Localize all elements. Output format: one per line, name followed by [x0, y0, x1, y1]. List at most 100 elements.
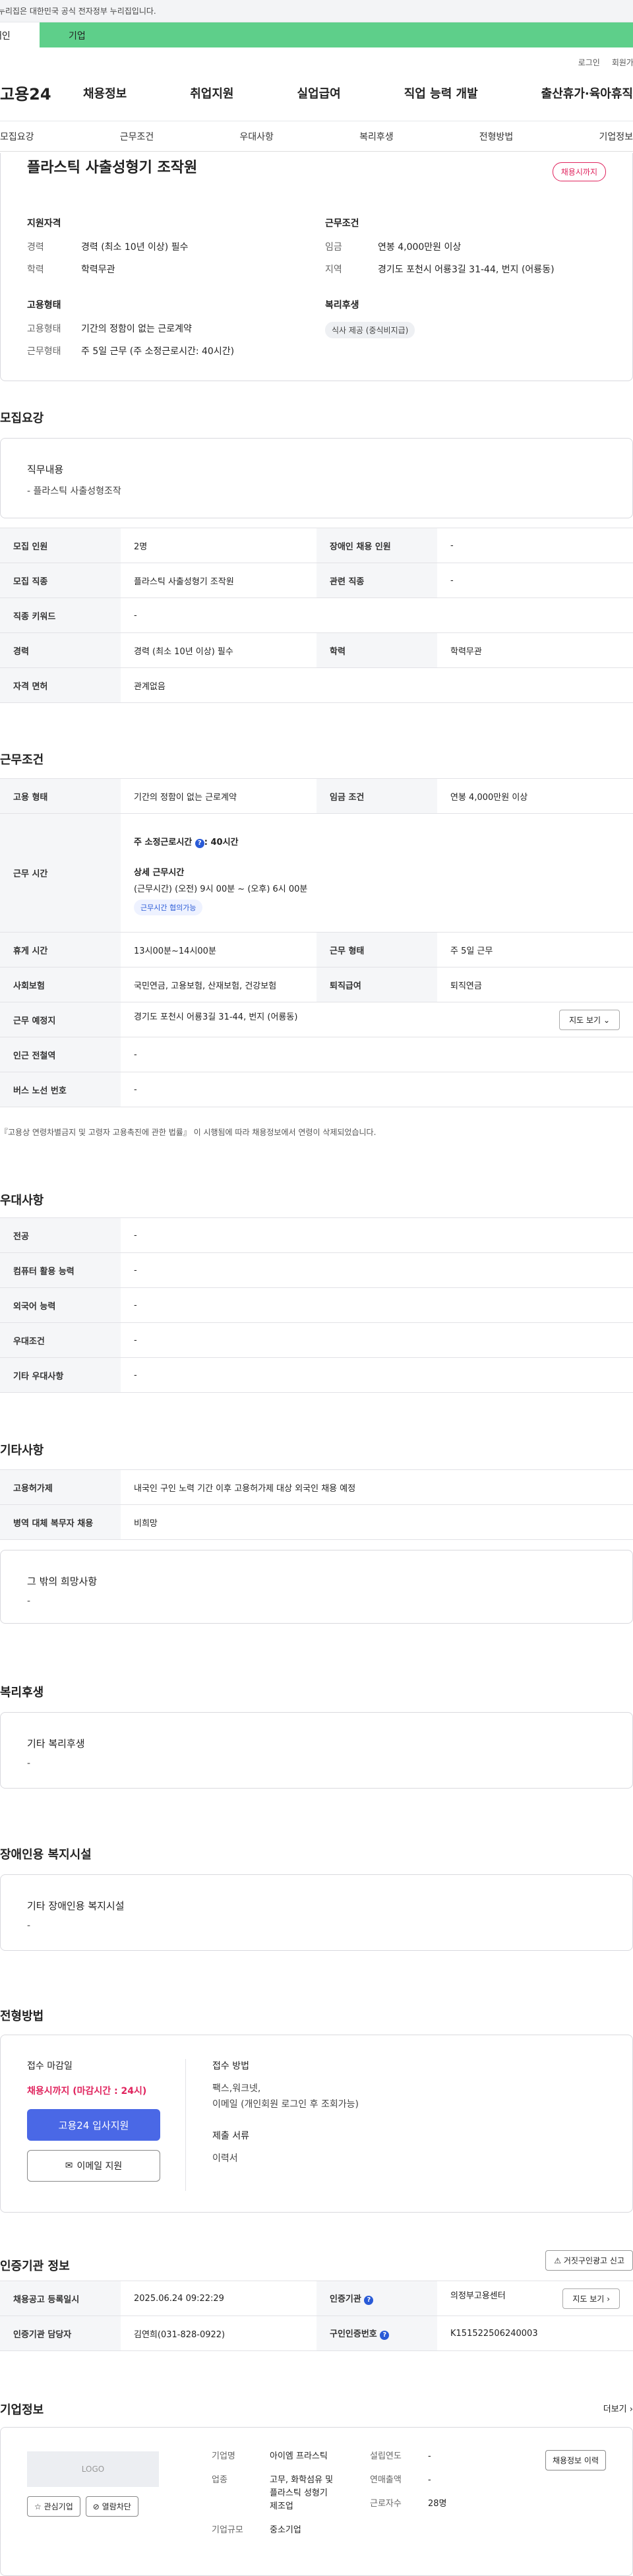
- table-row: 인증기관 담당자 김연희(031-828-0922) 구인인증번호 ? K1515…: [0, 2315, 633, 2351]
- email-apply-label: 이메일 지원: [76, 2161, 123, 2172]
- gnb-item-leave[interactable]: 출산휴가·육아휴직: [541, 84, 633, 102]
- apply-online-button[interactable]: 고용24 입사지원: [27, 2109, 160, 2141]
- label: 업종: [212, 2475, 227, 2485]
- map-button-label: 지도 보기: [569, 1015, 601, 1025]
- cell-value: -: [121, 1037, 633, 1072]
- table-row: 모집 인원 2명 장애인 채용 인원 -: [0, 528, 633, 563]
- subnav-welfare[interactable]: 복리후생: [359, 130, 394, 143]
- site-logo[interactable]: 고용24: [0, 81, 83, 104]
- cell-value: 내국인 구인 노력 기간 이후 고용허가제 대상 외국인 채용 예정: [121, 1469, 633, 1505]
- info-icon[interactable]: ?: [195, 838, 204, 848]
- method-value: 이메일 (개인회원 로그인 후 조회가능): [212, 2099, 359, 2110]
- company-more-link[interactable]: 더보기 ›: [603, 2402, 633, 2414]
- cell-label: 고용 형태: [0, 778, 121, 814]
- report-label: 거짓구인광고 신고: [563, 2256, 624, 2265]
- map-button[interactable]: 지도 보기 ⌄: [559, 1009, 620, 1030]
- gnb-item-unemployment[interactable]: 실업급여: [297, 84, 341, 102]
- cell-value: 관계없음: [121, 667, 633, 703]
- cell-value: -: [121, 1072, 633, 1107]
- company-actions: ☆ 관심기업 ⊘ 열람차단: [27, 2496, 138, 2517]
- docs-heading: 제출 서류: [212, 2131, 249, 2141]
- cell-value: 13시00분~14시00분: [121, 932, 316, 967]
- qualification-heading: 지원자격: [27, 218, 61, 229]
- table-row: 자격 면허 관계없음: [0, 667, 633, 703]
- value: 경기도 포천시 어룡3길 31-44, 번지 (어룡동): [378, 264, 555, 275]
- email-apply-button[interactable]: ✉ 이메일 지원: [27, 2150, 160, 2182]
- deadline-block: 접수 마감일 채용시까지 (마감시간 : 24시) 고용24 입사지원 ✉ 이메일…: [27, 2059, 160, 2182]
- cell-label: 학력: [316, 632, 437, 668]
- agency-map-button[interactable]: 지도 보기 ›: [562, 2288, 620, 2309]
- hours-std-label: 주 소정근로시간: [134, 837, 193, 847]
- gnb-item-jobs[interactable]: 채용정보: [83, 84, 127, 102]
- block-company-button[interactable]: ⊘ 열람차단: [85, 2496, 138, 2517]
- cell-label: 직종 키워드: [0, 598, 121, 633]
- chevron-down-icon: ⌄: [603, 1015, 610, 1025]
- info-icon[interactable]: ?: [380, 2331, 390, 2340]
- cell-value: -: [437, 528, 633, 563]
- method-value: 팩스,워크넷,: [212, 2083, 261, 2094]
- value: 기간의 정함이 없는 근로계약: [81, 324, 192, 334]
- cell-label: 장애인 채용 인원: [316, 528, 437, 563]
- cell-label: 외국어 능력: [0, 1287, 121, 1323]
- condition-group: 근무조건 임금 연봉 4,000만원 이상 지역 경기도 포천시 어룡3길 31-4…: [325, 216, 555, 285]
- job-title: 플라스틱 사출성형기 조작원: [27, 160, 198, 176]
- gnb-item-employment-support[interactable]: 취업지원: [190, 84, 233, 102]
- cell-value: 플라스틱 사출성형기 조작원: [121, 563, 316, 598]
- subnav-recruit[interactable]: 모집요강: [0, 130, 34, 143]
- cell-label: 우대조건: [0, 1322, 121, 1358]
- employment-group: 고용형태 고용형태 기간의 정함이 없는 근로계약 근무형태 주 5일 근무 (주 …: [27, 298, 234, 367]
- cell-value: -: [121, 1322, 633, 1358]
- cell-value: 국민연금, 고용보험, 산재보험, 건강보험: [121, 967, 316, 1002]
- map-button-label: 지도 보기: [572, 2294, 605, 2304]
- cell-value: -: [121, 598, 633, 633]
- company-info-left: 기업명 아이엠 프라스틱 업종 고무, 화학섬유 및 플라스틱 성형기 제조업 기업규모…: [212, 2450, 333, 2537]
- subnav-apply[interactable]: 전형방법: [479, 130, 514, 143]
- section-title-disabled: 장애인용 복지시설: [0, 1848, 92, 1862]
- welfare-heading: 기타 복리후생: [27, 1738, 85, 1750]
- other-wishes-value: -: [27, 1596, 31, 1607]
- industry-line: 제조업: [270, 2501, 293, 2511]
- job-history-button[interactable]: 채용정보 이력: [545, 2450, 606, 2470]
- login-link[interactable]: 로그인: [578, 57, 600, 67]
- employment-heading: 고용형태: [27, 300, 61, 311]
- hours-negotiable-chip: 근무시간 협의가능: [134, 899, 203, 915]
- label: 설립연도: [370, 2451, 402, 2461]
- subnav-company[interactable]: 기업정보: [599, 130, 633, 143]
- label: 지역: [325, 264, 342, 275]
- gnb-item-training[interactable]: 직업 능력 개발: [404, 84, 478, 102]
- tab-personal[interactable]: 개인: [0, 22, 40, 47]
- cell-value: 김연희(031-828-0922): [121, 2315, 316, 2351]
- cell-value: -: [121, 1252, 633, 1288]
- cell-label: 인증기관 ?: [316, 2281, 437, 2316]
- label: 학력: [27, 264, 44, 275]
- inst-value: 의정부고용센터: [450, 2290, 506, 2301]
- company-info-right: 설립연도 - 연매출액 - 근로자수 28명: [370, 2450, 447, 2511]
- report-icon: ⚠: [554, 2256, 562, 2265]
- duty-heading: 직무내용: [27, 464, 64, 475]
- cell-value: 경력 (최소 10년 이상) 필수: [121, 632, 316, 668]
- industry-line: 플라스틱 성형기: [270, 2488, 328, 2498]
- agency-table: 채용공고 등록일시 2025.06.24 09:22:29 인증기관 ? 의정부고…: [0, 2281, 633, 2351]
- value: 경력 (최소 10년 이상) 필수: [81, 242, 189, 253]
- join-link[interactable]: 회원가입: [612, 57, 633, 67]
- info-icon[interactable]: ?: [364, 2296, 374, 2305]
- report-fake-ad-button[interactable]: ⚠ 거짓구인광고 신고: [545, 2250, 633, 2271]
- label: 근로자수: [370, 2499, 402, 2509]
- cell-label: 버스 노선 번호: [0, 1072, 121, 1107]
- tab-company[interactable]: 기업: [40, 22, 633, 47]
- company-logo: LOGO: [27, 2451, 159, 2487]
- subnav-prefer[interactable]: 우대사항: [239, 130, 274, 143]
- table-row: 채용공고 등록일시 2025.06.24 09:22:29 인증기관 ? 의정부고…: [0, 2281, 633, 2316]
- section-title-agency: 인증기관 정보: [0, 2259, 70, 2273]
- favorite-company-button[interactable]: ☆ 관심기업: [27, 2496, 80, 2517]
- subnav-conditions[interactable]: 근무조건: [120, 130, 154, 143]
- cell-label: 사회보험: [0, 967, 121, 1002]
- cell-label: 기타 우대사항: [0, 1357, 121, 1393]
- table-row: 버스 노선 번호 -: [0, 1072, 633, 1107]
- table-row: 고용허가제 내국인 구인 노력 기간 이후 고용허가제 대상 외국인 채용 예정: [0, 1469, 633, 1505]
- global-nav: 고용24 채용정보 취업지원 실업급여 직업 능력 개발 출산휴가·육아휴직: [0, 65, 633, 121]
- table-row: 근무 시간 주 소정근로시간 ?: 40시간 상세 근무시간 (근무시간) (오…: [0, 813, 633, 933]
- docs-value: 이력서: [212, 2153, 238, 2164]
- label: 임금: [325, 242, 342, 253]
- section-title-conditions: 근무조건: [0, 753, 44, 767]
